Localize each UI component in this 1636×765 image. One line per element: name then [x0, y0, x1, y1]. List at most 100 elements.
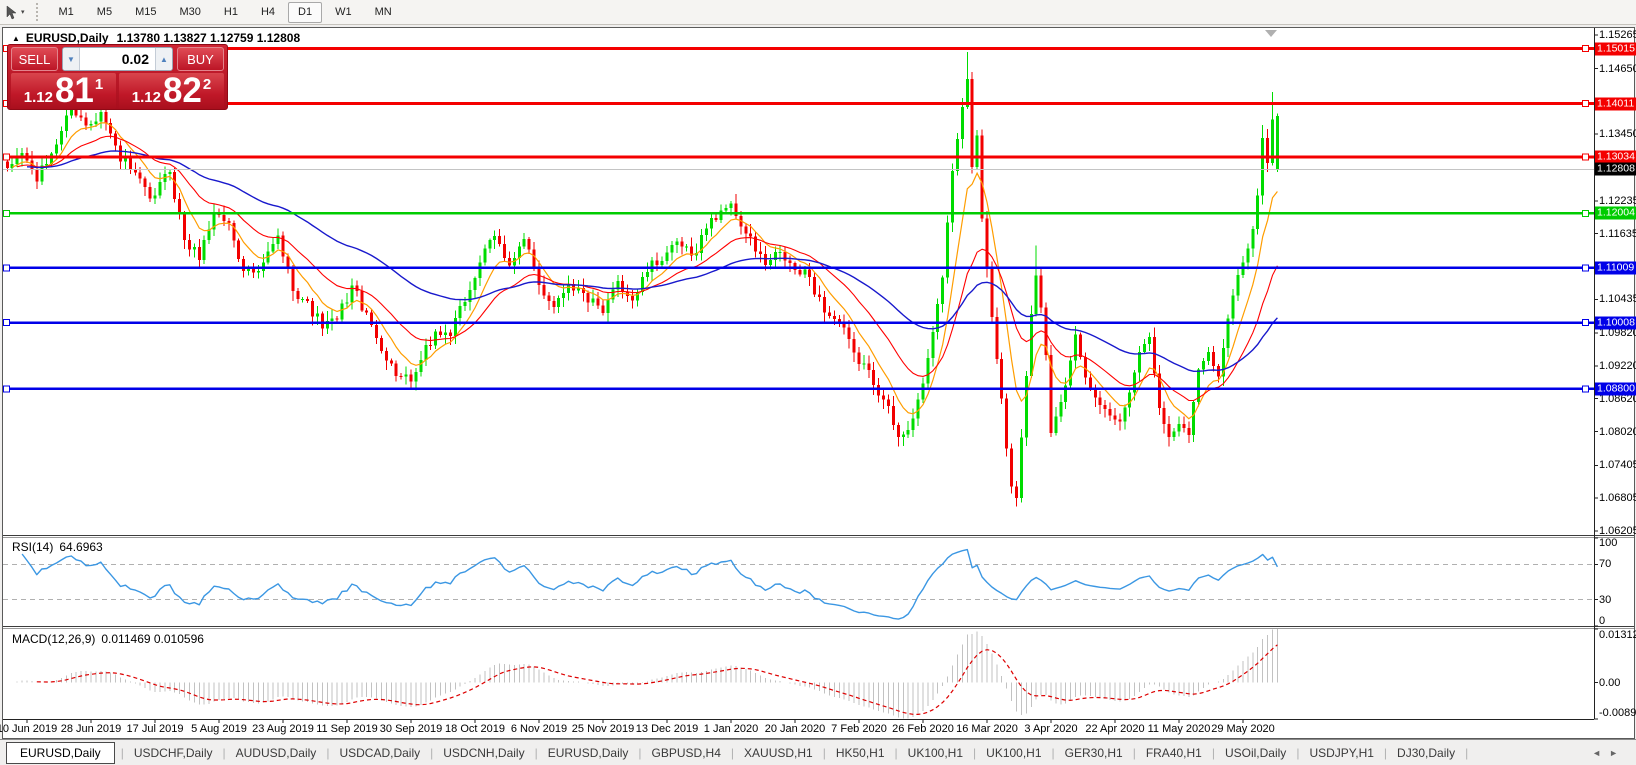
date-label: 10 Jun 2019: [0, 723, 58, 735]
timeframe-button-w1[interactable]: W1: [325, 2, 362, 23]
pointer-tool-icon: [6, 4, 17, 19]
price-tag: 1.15015: [1595, 42, 1636, 56]
sell-button[interactable]: SELL: [11, 47, 58, 71]
tab-separator: |: [1465, 746, 1469, 760]
chart-tab-xauusd-h1[interactable]: XAUUSD,H1: [740, 743, 817, 763]
trading-terminal: ▾ M1 M5 M15 M30 H1 H4 D1 W1 MN ▲ EURUSD,Daily 1.13…: [0, 0, 1636, 765]
date-label: 25 Nov 2019: [571, 723, 635, 735]
chart-tab-usdcad-daily[interactable]: USDCAD,Daily: [335, 743, 424, 763]
chart-ohlc-values: 1.13780 1.13827 1.12759 1.12808: [116, 31, 301, 45]
chart-tab-ger30-h1[interactable]: GER30,H1: [1061, 743, 1127, 763]
price-axis-label: 1.13450: [1599, 128, 1636, 141]
tab-separator: |: [1211, 746, 1215, 760]
rsi-indicator-label: RSI(14) 64.6963: [12, 540, 103, 554]
date-label: 13 Dec 2019: [635, 723, 699, 735]
sell-price-display[interactable]: 1.12 81 1: [11, 73, 116, 109]
chart-tab-dj30-daily[interactable]: DJ30,Daily: [1393, 743, 1459, 763]
rsi-scale-label: 100: [1599, 537, 1618, 549]
price-axis-label: 1.08020: [1599, 425, 1636, 438]
date-label: 22 Apr 2020: [1085, 723, 1145, 735]
chart-title: ▲ EURUSD,Daily 1.13780 1.13827 1.12759 1.1…: [12, 31, 300, 45]
tab-separator: |: [326, 746, 330, 760]
tab-separator: |: [120, 746, 124, 760]
chart-tab-audusd-daily[interactable]: AUDUSD,Daily: [232, 743, 321, 763]
price-tag: 1.13034: [1595, 150, 1636, 164]
date-label: 17 Jul 2019: [126, 723, 184, 735]
buy-button[interactable]: BUY: [177, 47, 224, 71]
tab-separator: |: [1296, 746, 1300, 760]
price-axis-label: 1.14650: [1599, 62, 1636, 75]
price-axis-label: 1.11635: [1599, 227, 1636, 240]
price-axis-label: 1.15265: [1599, 28, 1636, 41]
one-click-panel-toggle-icon[interactable]: ▲: [12, 34, 20, 43]
volume-increase-button[interactable]: ▲: [155, 48, 172, 70]
tab-separator: |: [822, 746, 826, 760]
price-tag: 1.12808: [1595, 162, 1636, 176]
rsi-scale-label: 30: [1599, 593, 1612, 606]
chart-tab-fra40-h1[interactable]: FRA40,H1: [1142, 743, 1206, 763]
price-tag: 1.14011: [1595, 97, 1636, 111]
tab-separator: |: [222, 746, 226, 760]
date-label: 30 Sep 2019: [379, 723, 443, 735]
chart-tab-gbpusd-h4[interactable]: GBPUSD,H4: [648, 743, 725, 763]
timeframe-button-m1[interactable]: M1: [49, 2, 84, 23]
toolbar-grip-handle[interactable]: [35, 3, 43, 21]
timeframe-buttons: M1 M5 M15 M30 H1 H4 D1 W1 MN: [49, 1, 405, 23]
timeframe-button-m5[interactable]: M5: [87, 2, 122, 23]
tab-scroll-arrows: ◄►: [1592, 748, 1626, 758]
price-axis-label: 1.06205: [1599, 524, 1636, 537]
date-label: 5 Aug 2019: [191, 723, 247, 735]
timeframe-button-h4[interactable]: H4: [251, 2, 285, 23]
chart-tab-eurusd-daily[interactable]: EURUSD,Daily: [544, 743, 633, 763]
volume-input[interactable]: 0.02: [80, 48, 155, 70]
chart-tab-usdchf-daily[interactable]: USDCHF,Daily: [130, 743, 217, 763]
date-label: 7 Feb 2020: [831, 723, 887, 735]
price-tag: 1.10008: [1595, 316, 1636, 330]
tabs-scroll-left-icon[interactable]: ◄: [1592, 748, 1609, 758]
macd-scale-label: 0.00: [1599, 676, 1621, 689]
chart-tab-eurusd-daily[interactable]: EURUSD,Daily: [6, 742, 115, 764]
timeframe-button-m30[interactable]: M30: [169, 2, 210, 23]
timeframe-button-m15[interactable]: M15: [125, 2, 166, 23]
chart-tab-uk100-h1[interactable]: UK100,H1: [982, 743, 1045, 763]
tab-separator: |: [973, 746, 977, 760]
chart-tab-usoil-daily[interactable]: USOil,Daily: [1221, 743, 1290, 763]
price-tag: 1.11009: [1595, 261, 1636, 275]
tab-separator: |: [534, 746, 538, 760]
price-axis-label: 1.12235: [1599, 194, 1636, 207]
price-tag: 1.08800: [1595, 382, 1636, 396]
tab-separator: |: [1051, 746, 1055, 760]
date-label: 23 Aug 2019: [252, 723, 314, 735]
date-label: 6 Nov 2019: [510, 723, 568, 735]
price-axis-label: 1.10435: [1599, 293, 1636, 306]
timeframe-button-d1[interactable]: D1: [288, 1, 323, 23]
tab-separator: |: [730, 746, 735, 760]
rsi-scale-label: 70: [1599, 558, 1612, 571]
date-label: 3 Apr 2020: [1024, 723, 1078, 735]
date-label: 11 May 2020: [1147, 723, 1211, 735]
timeframe-toolbar: ▾ M1 M5 M15 M30 H1 H4 D1 W1 MN: [0, 0, 1636, 25]
tab-separator: |: [1132, 746, 1136, 760]
chevron-down-icon: ▾: [21, 9, 25, 16]
date-label: 11 Sep 2019: [316, 723, 378, 735]
chart-canvas[interactable]: [0, 0, 1636, 765]
price-tag: 1.12004: [1595, 206, 1636, 220]
tab-separator: |: [1383, 746, 1388, 760]
tab-separator: |: [430, 746, 434, 760]
timeframe-button-h1[interactable]: H1: [214, 2, 248, 23]
volume-decrease-button[interactable]: ▼: [63, 48, 80, 70]
tabs-scroll-right-icon[interactable]: ►: [1609, 748, 1626, 758]
date-label: 18 Oct 2019: [445, 723, 505, 735]
chart-tab-usdcnh-daily[interactable]: USDCNH,Daily: [439, 743, 528, 763]
chart-symbol-period: EURUSD,Daily: [25, 31, 109, 45]
buy-price-display[interactable]: 1.12 82 2: [119, 73, 224, 109]
price-axis-label: 1.06805: [1599, 492, 1636, 505]
timeframe-button-mn[interactable]: MN: [365, 2, 402, 23]
chart-tab-hk50-h1[interactable]: HK50,H1: [832, 743, 889, 763]
macd-indicator-label: MACD(12,26,9) 0.011469 0.010596: [12, 632, 204, 646]
tab-separator: |: [894, 746, 898, 760]
chart-tab-usdjpy-h1[interactable]: USDJPY,H1: [1305, 743, 1377, 763]
pointer-tool-button[interactable]: ▾: [2, 2, 28, 22]
chart-tab-uk100-h1[interactable]: UK100,H1: [904, 743, 967, 763]
date-label: 26 Feb 2020: [892, 723, 954, 735]
